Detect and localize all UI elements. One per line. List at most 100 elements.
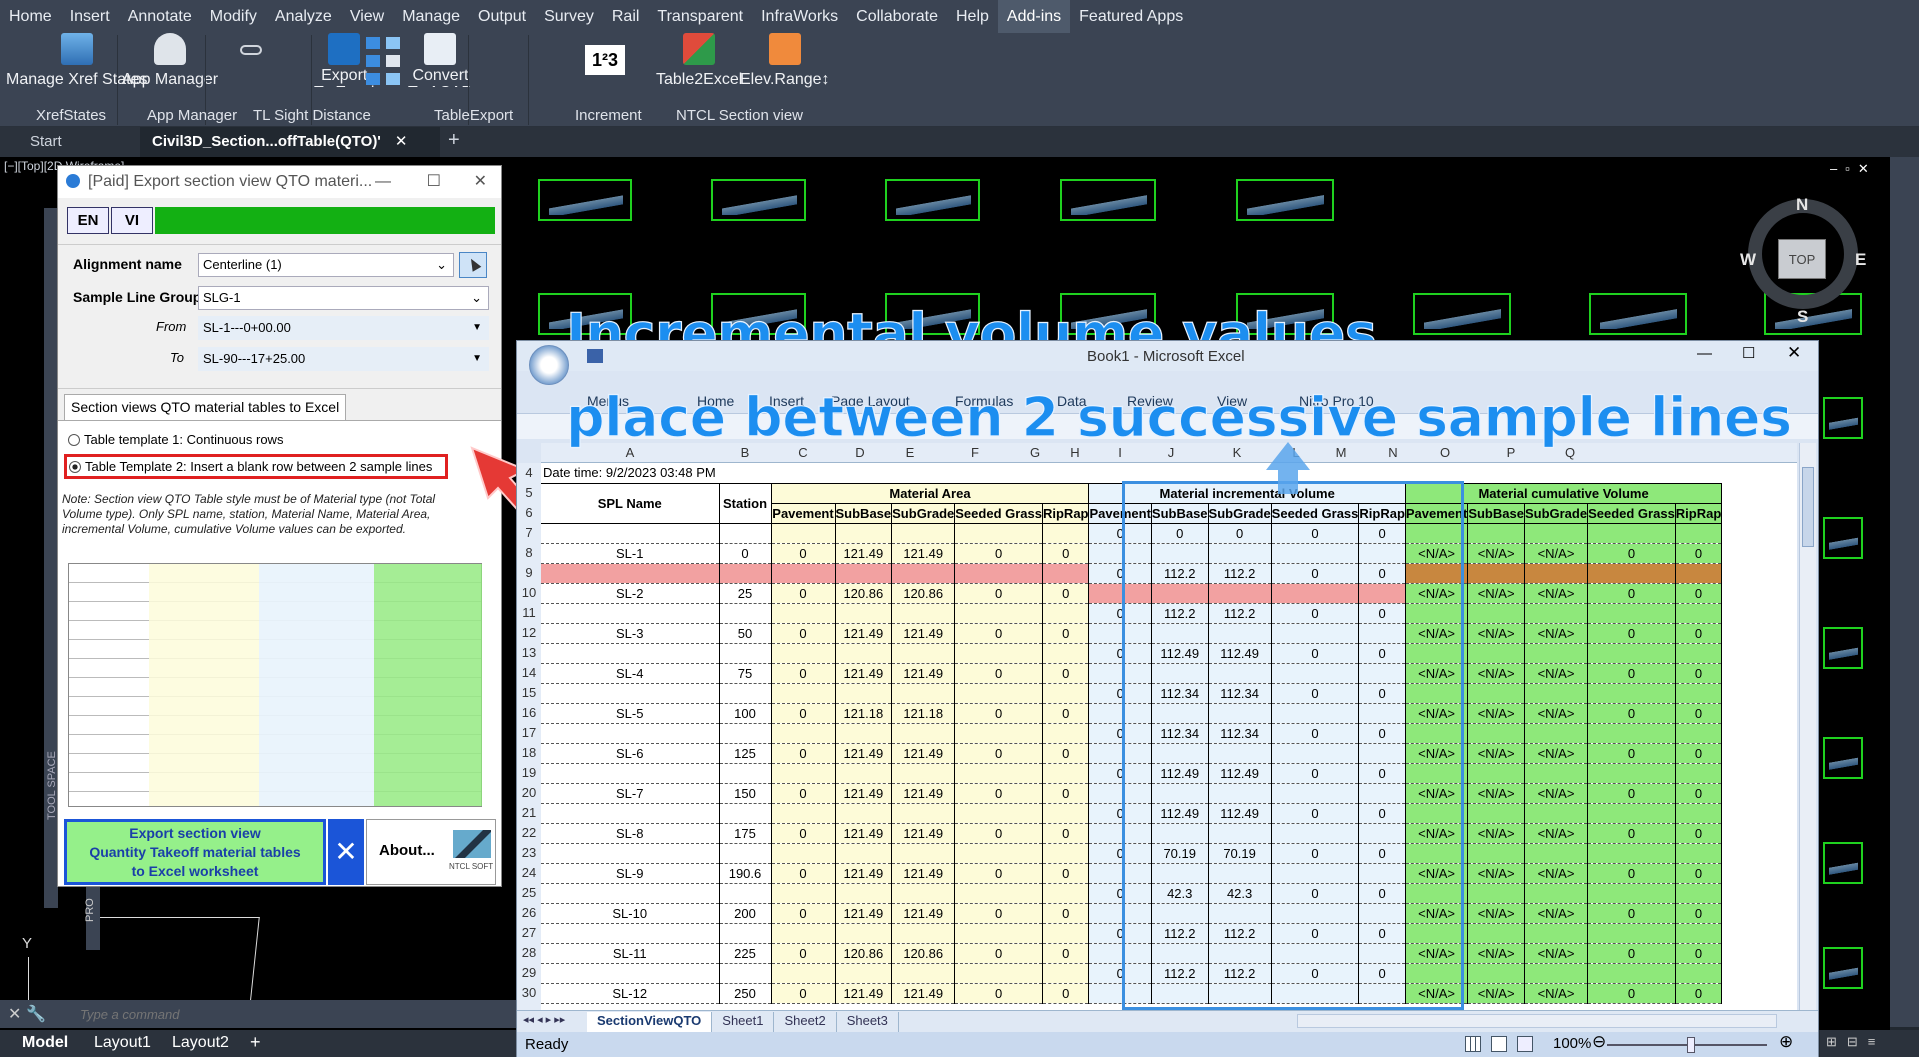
area-cell[interactable]: 0: [954, 703, 1043, 724]
date-cell[interactable]: Date time: 9/2/2023 03:48 PM: [541, 463, 892, 483]
area-cell[interactable]: 120.86: [835, 583, 893, 604]
area-cell[interactable]: [1042, 883, 1090, 904]
area-cell[interactable]: [835, 723, 893, 744]
area-cell[interactable]: [771, 763, 836, 784]
row-header[interactable]: 16: [517, 703, 541, 723]
area-cell[interactable]: [771, 643, 836, 664]
viewcube-north[interactable]: N: [1796, 195, 1808, 215]
cum-cell[interactable]: 0: [1587, 863, 1676, 884]
area-cell[interactable]: 0: [954, 863, 1043, 884]
area-cell[interactable]: 0: [771, 863, 836, 884]
header-subgrade[interactable]: SubGrade: [891, 503, 956, 524]
cum-cell[interactable]: [1675, 723, 1723, 744]
cum-cell[interactable]: [1587, 683, 1676, 704]
cum-cell[interactable]: <N/A>: [1524, 663, 1589, 684]
sheet-tab-sheet2[interactable]: Sheet2: [774, 1012, 837, 1032]
row-header[interactable]: 28: [517, 943, 541, 963]
area-cell[interactable]: [891, 963, 956, 984]
station-cell[interactable]: [719, 923, 772, 944]
header-subbase[interactable]: SubBase: [835, 503, 893, 524]
area-cell[interactable]: [835, 643, 893, 664]
cum-cell[interactable]: 0: [1587, 623, 1676, 644]
menu-analyze[interactable]: Analyze: [266, 0, 341, 33]
area-cell[interactable]: 0: [954, 543, 1043, 564]
area-cell[interactable]: 0: [954, 743, 1043, 764]
area-cell[interactable]: 0: [954, 663, 1043, 684]
cum-cell[interactable]: [1524, 763, 1589, 784]
area-cell[interactable]: 0: [771, 543, 836, 564]
sheet-tab-sheet1[interactable]: Sheet1: [712, 1012, 775, 1032]
cum-cell[interactable]: [1675, 563, 1723, 584]
spl-name-cell[interactable]: SL-7: [541, 783, 720, 804]
cum-cell[interactable]: 0: [1675, 903, 1723, 924]
row-header[interactable]: 9: [517, 563, 541, 583]
area-cell[interactable]: [771, 563, 836, 584]
area-cell[interactable]: 121.49: [891, 823, 956, 844]
cum-cell[interactable]: [1587, 563, 1676, 584]
area-cell[interactable]: [771, 803, 836, 824]
area-cell[interactable]: [835, 843, 893, 864]
spl-name-cell[interactable]: [541, 763, 720, 784]
cum-cell[interactable]: [1467, 563, 1525, 584]
area-cell[interactable]: [954, 803, 1043, 824]
cum-cell[interactable]: [1675, 883, 1723, 904]
area-cell[interactable]: 121.18: [835, 703, 893, 724]
area-cell[interactable]: [1042, 523, 1090, 544]
cum-cell[interactable]: 0: [1675, 543, 1723, 564]
spl-name-cell[interactable]: SL-3: [541, 623, 720, 644]
area-cell[interactable]: [954, 923, 1043, 944]
cum-cell[interactable]: [1467, 923, 1525, 944]
prospector-strip[interactable]: PRO: [84, 880, 100, 950]
station-cell[interactable]: [719, 563, 772, 584]
header-pavement[interactable]: Pavement: [771, 503, 836, 524]
spl-name-cell[interactable]: SL-9: [541, 863, 720, 884]
area-cell[interactable]: [954, 603, 1043, 624]
export-button[interactable]: Export section view Quantity Takeoff mat…: [64, 819, 326, 885]
station-cell[interactable]: [719, 603, 772, 624]
tab-model[interactable]: Model: [22, 1034, 68, 1052]
row-header[interactable]: 10: [517, 583, 541, 603]
area-cell[interactable]: 121.49: [891, 623, 956, 644]
spl-name-cell[interactable]: [541, 563, 720, 584]
header-material-area[interactable]: Material Area: [771, 482, 1090, 504]
cum-cell[interactable]: 0: [1675, 743, 1723, 764]
cum-cell[interactable]: <N/A>: [1467, 783, 1525, 804]
menu-infraworks[interactable]: InfraWorks: [752, 0, 847, 33]
area-cell[interactable]: [954, 843, 1043, 864]
cum-cell[interactable]: [1587, 843, 1676, 864]
area-cell[interactable]: [1042, 643, 1090, 664]
cum-cell[interactable]: [1524, 843, 1589, 864]
area-cell[interactable]: [954, 883, 1043, 904]
station-cell[interactable]: [719, 523, 772, 544]
area-cell[interactable]: [891, 683, 956, 704]
lang-vi-button[interactable]: VI: [111, 207, 153, 234]
cum-cell[interactable]: 0: [1587, 823, 1676, 844]
viewport-window-controls[interactable]: –▫✕: [1830, 161, 1877, 177]
area-cell[interactable]: [1042, 843, 1090, 864]
row-header[interactable]: 8: [517, 543, 541, 563]
viewcube-west[interactable]: W: [1740, 250, 1756, 270]
area-cell[interactable]: 121.49: [835, 863, 893, 884]
area-cell[interactable]: [1042, 683, 1090, 704]
station-cell[interactable]: [719, 763, 772, 784]
menu-modify[interactable]: Modify: [201, 0, 266, 33]
header-seeded-grass[interactable]: Seeded Grass: [1587, 503, 1676, 524]
menu-view[interactable]: View: [341, 0, 393, 33]
station-cell[interactable]: [719, 963, 772, 984]
cancel-x-button[interactable]: ✕: [328, 819, 364, 885]
minimize-icon[interactable]: —: [375, 166, 391, 198]
area-cell[interactable]: [1042, 723, 1090, 744]
cum-cell[interactable]: [1467, 603, 1525, 624]
zoom-level[interactable]: 100%: [1553, 1035, 1591, 1052]
cum-cell[interactable]: 0: [1587, 703, 1676, 724]
to-combo[interactable]: SL-90---17+25.00 ▼: [198, 347, 489, 371]
cum-cell[interactable]: <N/A>: [1467, 863, 1525, 884]
menu-help[interactable]: Help: [947, 0, 998, 33]
cum-cell[interactable]: [1467, 523, 1525, 544]
area-cell[interactable]: 0: [954, 983, 1043, 1004]
area-cell[interactable]: 0: [954, 943, 1043, 964]
spl-name-cell[interactable]: [541, 963, 720, 984]
sheet-tab-sheet3[interactable]: Sheet3: [836, 1012, 899, 1032]
new-tab-icon[interactable]: +: [448, 129, 460, 152]
row-header[interactable]: 4: [517, 463, 541, 483]
